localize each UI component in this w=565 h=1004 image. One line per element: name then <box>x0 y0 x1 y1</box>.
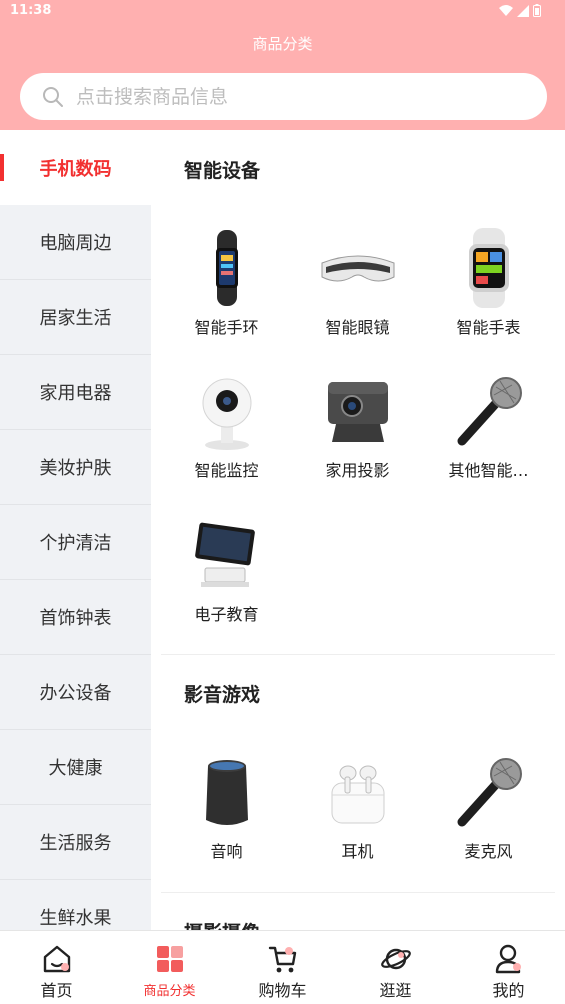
vr-glasses-icon <box>318 228 398 308</box>
tab-home[interactable]: 首页 <box>0 931 113 1004</box>
category-item-label: 麦克风 <box>464 842 513 861</box>
category-item-label: 音响 <box>210 842 243 861</box>
tab-label: 购物车 <box>258 981 307 1000</box>
category-item-smart-camera[interactable]: 智能监控 <box>161 371 292 481</box>
category-grid-icon <box>156 946 183 972</box>
category-item-smart-watch[interactable]: 智能手表 <box>423 228 554 338</box>
cart-icon <box>268 946 296 973</box>
bottom-tab-bar: 首页 商品分类 购物车 逛逛 我的 <box>0 930 565 1004</box>
header: 11:38 商品分类 <box>0 0 565 130</box>
section-title-photography: 摄影摄像 <box>184 918 260 930</box>
sidebar-item-home-living[interactable]: 居家生活 <box>0 280 151 355</box>
sidebar-item-appliances[interactable]: 家用电器 <box>0 355 151 430</box>
signal-icon <box>517 4 529 17</box>
planet-icon <box>380 948 411 970</box>
category-item-smart-band[interactable]: 智能手环 <box>161 228 292 338</box>
tab-label: 我的 <box>492 981 525 1000</box>
status-icons <box>499 4 541 17</box>
category-item-earphones[interactable]: 耳机 <box>292 752 423 862</box>
section-title-smart-devices: 智能设备 <box>184 160 261 182</box>
sidebar-item-life-services[interactable]: 生活服务 <box>0 805 151 880</box>
category-sidebar: 手机数码 电脑周边 居家生活 家用电器 美妆护肤 个护清洁 首饰钟表 办公设备 … <box>0 130 151 930</box>
search-bar[interactable] <box>20 73 547 120</box>
smart-watch-icon <box>449 228 529 308</box>
smart-band-icon <box>187 228 267 308</box>
profile-icon <box>495 944 521 974</box>
category-item-label: 智能监控 <box>194 461 259 480</box>
tab-category[interactable]: 商品分类 <box>113 931 226 1004</box>
tab-cart[interactable]: 购物车 <box>226 931 339 1004</box>
status-bar: 11:38 <box>0 0 565 24</box>
sidebar-item-beauty[interactable]: 美妆护肤 <box>0 430 151 505</box>
sidebar-item-office[interactable]: 办公设备 <box>0 655 151 730</box>
sidebar-item-computer[interactable]: 电脑周边 <box>0 205 151 280</box>
battery-icon <box>533 4 541 17</box>
category-content: 智能设备 智能手环 智能眼镜 智能手表 智能监控 家用投影 其他智能… 电子教育… <box>151 130 565 930</box>
wifi-icon <box>499 4 513 16</box>
category-item-other-smart[interactable]: 其他智能… <box>423 371 554 481</box>
category-item-label: 智能手表 <box>456 318 521 337</box>
category-item-smart-glasses[interactable]: 智能眼镜 <box>292 228 423 338</box>
security-camera-icon <box>187 371 267 451</box>
tab-label: 商品分类 <box>143 984 196 999</box>
microphone-icon <box>449 371 529 451</box>
tab-profile[interactable]: 我的 <box>452 931 565 1004</box>
category-item-label: 其他智能… <box>448 461 529 480</box>
page-title: 商品分类 <box>252 35 313 53</box>
category-item-label: 智能手环 <box>194 318 259 337</box>
search-icon <box>43 86 63 107</box>
tab-explore[interactable]: 逛逛 <box>339 931 452 1004</box>
section-divider <box>161 654 555 655</box>
search-input[interactable] <box>76 85 496 108</box>
sidebar-item-personal-care[interactable]: 个护清洁 <box>0 505 151 580</box>
category-item-label: 家用投影 <box>325 461 390 480</box>
category-item-microphone[interactable]: 麦克风 <box>423 752 554 862</box>
category-item-projector[interactable]: 家用投影 <box>292 371 423 481</box>
home-icon <box>43 945 70 973</box>
education-terminal-icon <box>187 515 267 595</box>
section-title-av-games: 影音游戏 <box>184 684 261 706</box>
category-item-label: 耳机 <box>341 842 374 861</box>
category-item-label: 电子教育 <box>194 605 259 624</box>
category-item-label: 智能眼镜 <box>325 318 390 337</box>
sidebar-item-health[interactable]: 大健康 <box>0 730 151 805</box>
section-divider <box>161 892 555 893</box>
tab-label: 逛逛 <box>379 981 412 1000</box>
microphone-icon <box>449 752 529 832</box>
status-time: 11:38 <box>10 3 52 18</box>
projector-icon <box>318 371 398 451</box>
smart-speaker-icon <box>187 752 267 832</box>
category-item-e-education[interactable]: 电子教育 <box>161 515 292 625</box>
category-item-speaker[interactable]: 音响 <box>161 752 292 862</box>
sidebar-item-phone-digital[interactable]: 手机数码 <box>0 130 151 205</box>
sidebar-item-jewelry-watches[interactable]: 首饰钟表 <box>0 580 151 655</box>
sidebar-item-fresh-fruit[interactable]: 生鲜水果 <box>0 880 151 930</box>
tab-label: 首页 <box>40 981 73 1000</box>
earbuds-icon <box>318 752 398 832</box>
